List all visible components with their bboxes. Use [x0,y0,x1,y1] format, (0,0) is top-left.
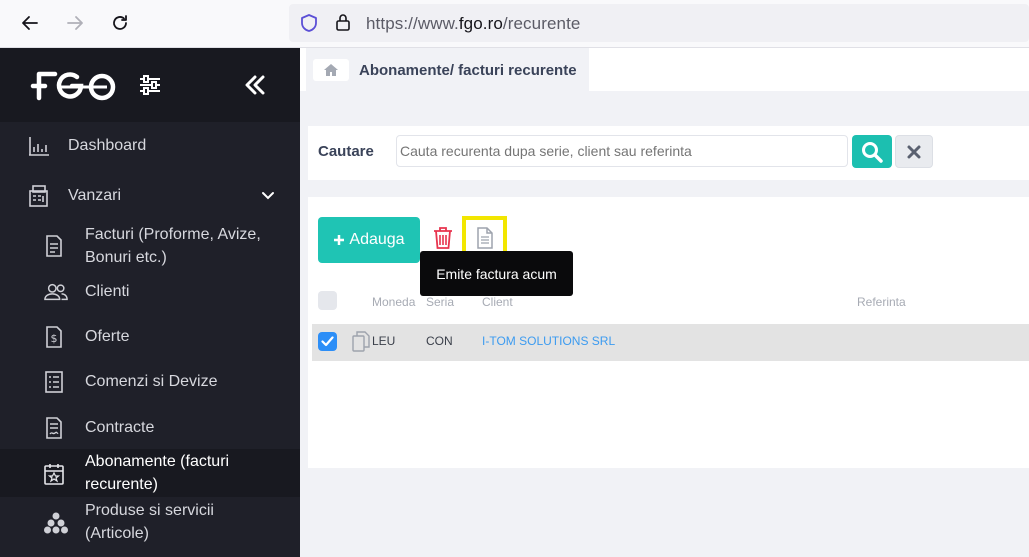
sidebar-item-label: Facturi (Proforme, Avize, Bonuri etc.) [85,226,261,266]
tooltip-text: Emite factura acum [436,265,557,282]
fgo-logo-icon [30,71,116,101]
home-icon [324,64,338,76]
forward-button[interactable] [62,10,88,36]
back-button[interactable] [17,10,43,36]
sidebar-item-abonamente[interactable]: Abonamente (facturi recurente) [0,449,300,497]
sidebar-item-label: Vanzari [68,187,122,204]
address-bar[interactable]: https://www.fgo.ro/recurente [289,4,1029,42]
url-prefix: https://www. [366,14,459,33]
recurring-list-panel: Adauga Emite factura acum Moneda Seria C… [308,197,1029,468]
users-icon [44,283,68,301]
cell-client-link[interactable]: I-TOM SOLUTIONS SRL [482,334,615,348]
sidebar-item-label: Oferte [85,328,130,345]
close-icon [907,145,921,158]
checklist-icon [45,371,63,393]
chevron-down-icon [262,192,274,200]
sidebar-item-vanzari[interactable]: Vanzari [0,184,300,208]
clear-search-button[interactable] [895,135,933,168]
cell-moneda: LEU [372,334,396,348]
forward-arrow-icon [67,16,83,30]
products-icon [44,512,68,534]
home-button[interactable] [313,59,349,81]
page-title: Abonamente/ facturi recurente [359,62,577,79]
sidebar-item-label: Produse si servicii (Articole) [85,502,214,542]
sidebar-item-label: Abonamente (facturi recurente) [85,453,230,493]
url-host: fgo.ro [458,14,503,33]
fgo-logo[interactable] [27,68,119,109]
select-all-checkbox[interactable] [318,291,337,310]
row-checkbox[interactable] [318,332,337,351]
sidebar-item-label: Comenzi si Devize [85,373,218,390]
lock-icon[interactable] [333,12,353,32]
svg-text:$: $ [51,332,58,345]
invoice-icon [46,235,62,257]
search-input[interactable] [396,135,848,167]
sidebar-item-dashboard[interactable]: Dashboard [0,134,300,158]
search-panel: Cautare [308,126,1029,180]
sidebar-item-label: Clienti [85,283,130,300]
copy-icon[interactable] [352,331,370,352]
collapse-chevrons-icon[interactable] [244,75,266,95]
sidebar-item-clienti[interactable]: Clienti [0,280,300,304]
sidebar-item-contracte[interactable]: Contracte [0,416,300,440]
search-button[interactable] [852,135,892,168]
reload-icon [113,15,127,30]
check-icon [321,336,334,347]
back-arrow-icon [22,16,38,30]
shield-icon[interactable] [299,13,319,33]
column-header-moneda[interactable]: Moneda [372,295,415,309]
search-icon [862,141,883,163]
sidebar-item-produse[interactable]: Produse si servicii (Articole) [0,498,300,546]
breadcrumb: Abonamente/ facturi recurente [300,48,1029,91]
calendar-icon [44,464,64,485]
settings-sliders-icon[interactable] [138,74,162,96]
url-text[interactable]: https://www.fgo.ro/recurente [366,14,580,34]
sidebar-item-label: Dashboard [68,137,147,154]
cell-seria: CON [426,334,453,348]
document-icon [476,227,493,249]
sidebar-item-oferte[interactable]: $ Oferte [0,325,300,349]
chart-icon [29,137,49,156]
breadcrumb-tab: Abonamente/ facturi recurente [306,48,589,91]
contract-icon [46,417,62,439]
browser-toolbar: https://www.fgo.ro/recurente [0,0,1029,48]
sidebar-header [0,48,300,122]
sidebar: Dashboard Vanzari Facturi (Proforme, Avi… [0,48,300,557]
column-header-seria[interactable]: Seria [426,295,454,309]
reload-button[interactable] [107,10,133,36]
table-row[interactable]: LEU CON I-TOM SOLUTIONS SRL [312,324,1029,361]
add-button[interactable]: Adauga [318,217,420,263]
sidebar-item-comenzi[interactable]: Comenzi si Devize [0,370,300,394]
plus-icon [334,235,345,245]
trash-icon [434,227,452,249]
url-path: /recurente [502,14,581,33]
register-icon [29,185,48,207]
add-button-label: Adauga [349,231,405,248]
column-header-referinta[interactable]: Referinta [857,295,906,309]
column-header-client[interactable]: Client [482,295,513,309]
main-content: Abonamente/ facturi recurente Cautare Ad… [300,48,1029,557]
search-label: Cautare [318,143,374,160]
dollar-doc-icon: $ [46,326,62,348]
tooltip: Emite factura acum [420,251,573,296]
sidebar-item-facturi[interactable]: Facturi (Proforme, Avize, Bonuri etc.) [0,222,300,270]
sidebar-item-label: Contracte [85,419,155,436]
